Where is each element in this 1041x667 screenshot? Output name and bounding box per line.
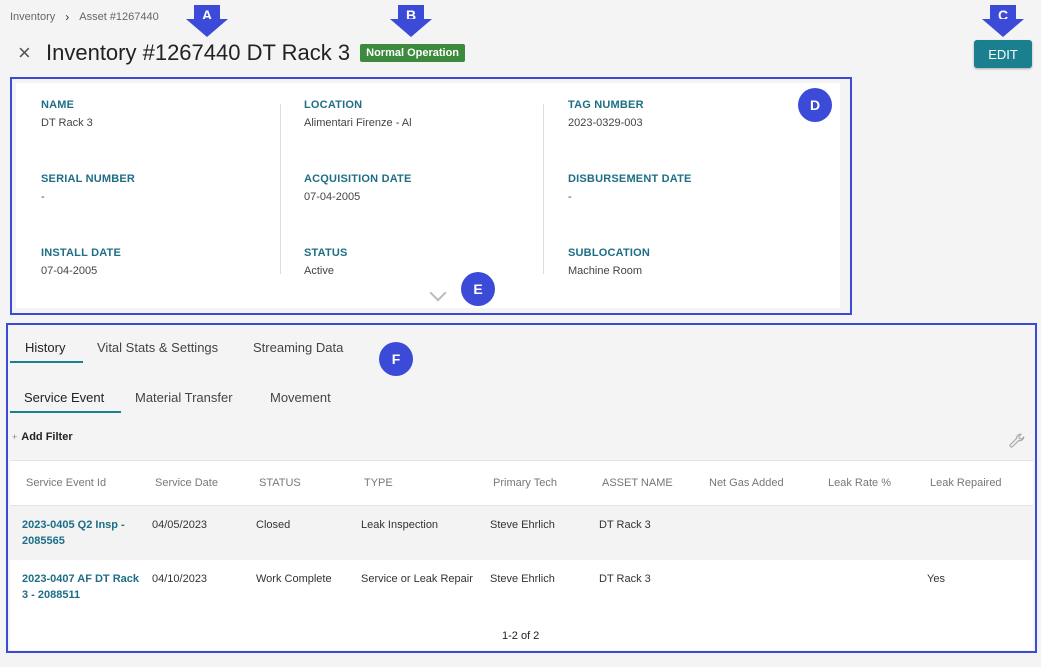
column-header-primary-tech[interactable]: Primary Tech [493, 477, 557, 489]
column-header-net-gas-added[interactable]: Net Gas Added [709, 477, 784, 489]
chevron-right-icon: › [65, 10, 70, 24]
subtab-service-underline [10, 411, 121, 413]
cell-status: Closed [256, 519, 291, 531]
field-disbursement-date: DISBURSEMENT DATE - [568, 173, 692, 203]
cell-service-date: 04/05/2023 [152, 519, 208, 531]
plus-icon: + [12, 432, 18, 442]
column-header-status[interactable]: STATUS [259, 477, 301, 489]
field-install-date: INSTALL DATE 07-04-2005 [41, 247, 122, 277]
tab-streaming-data[interactable]: Streaming Data [253, 340, 343, 355]
status-badge: Normal Operation [360, 44, 466, 62]
annotation-d: D [798, 88, 832, 122]
column-header-service-event-id[interactable]: Service Event Id [26, 477, 106, 489]
field-sublocation: SUBLOCATION Machine Room [568, 247, 651, 277]
service-event-link[interactable]: 2023-0405 Q2 Insp - 2085565 [22, 517, 144, 549]
annotation-e: E [461, 272, 495, 306]
edit-button[interactable]: EDIT [974, 40, 1032, 68]
title-row: × Inventory #1267440 DT Rack 3 Normal Op… [18, 40, 466, 66]
cell-service-date: 04/10/2023 [152, 573, 208, 585]
annotation-b: B [390, 5, 432, 39]
annotation-box-d [10, 77, 852, 315]
arrow-down-icon [982, 19, 1024, 37]
cell-type: Leak Inspection [361, 519, 439, 531]
arrow-down-icon [186, 19, 228, 37]
annotation-f: F [379, 342, 413, 376]
add-filter-button[interactable]: + Add Filter [12, 431, 73, 443]
field-serial-number: SERIAL NUMBER - [41, 173, 136, 203]
field-tag-number: TAG NUMBER 2023-0329-003 [568, 99, 644, 129]
breadcrumb-current: Asset #1267440 [79, 11, 159, 23]
breadcrumb: Inventory › Asset #1267440 [10, 10, 159, 24]
service-event-link[interactable]: 2023-0407 AF DT Rack 3 - 2088511 [22, 571, 144, 603]
annotation-a: A [186, 5, 228, 39]
table-row[interactable] [10, 506, 1033, 560]
breadcrumb-inventory[interactable]: Inventory [10, 11, 55, 23]
cell-primary-tech: Steve Ehrlich [490, 519, 555, 531]
cell-asset-name: DT Rack 3 [599, 573, 651, 585]
table-row[interactable] [10, 560, 1033, 614]
column-header-asset-name[interactable]: ASSET NAME [602, 477, 673, 489]
column-header-service-date[interactable]: Service Date [155, 477, 218, 489]
cell-status: Work Complete [256, 573, 332, 585]
column-header-leak-repaired[interactable]: Leak Repaired [930, 477, 1002, 489]
field-name: NAME DT Rack 3 [41, 99, 93, 129]
field-location: LOCATION Alimentari Firenze - Al [304, 99, 412, 129]
annotation-c: C [982, 5, 1024, 39]
subtab-movement[interactable]: Movement [270, 390, 331, 405]
column-header-type[interactable]: TYPE [364, 477, 393, 489]
tab-history[interactable]: History [25, 340, 65, 355]
page-title: Inventory #1267440 DT Rack 3 [46, 40, 351, 65]
subtab-material-transfer[interactable]: Material Transfer [135, 390, 233, 405]
cell-primary-tech: Steve Ehrlich [490, 573, 555, 585]
cell-leak-repaired: Yes [927, 573, 945, 585]
close-icon[interactable]: × [18, 42, 38, 64]
tab-vital-stats[interactable]: Vital Stats & Settings [97, 340, 218, 355]
field-acquisition-date: ACQUISITION DATE 07-04-2005 [304, 173, 412, 203]
column-divider [280, 104, 281, 274]
cell-asset-name: DT Rack 3 [599, 519, 651, 531]
subtab-service-event[interactable]: Service Event [24, 390, 104, 405]
pagination-label: 1-2 of 2 [502, 630, 540, 642]
tab-history-underline [10, 361, 83, 363]
column-header-leak-rate[interactable]: Leak Rate % [828, 477, 891, 489]
field-status: STATUS Active [304, 247, 348, 277]
column-divider [543, 104, 544, 274]
cell-type: Service or Leak Repair [361, 573, 473, 585]
arrow-down-icon [390, 19, 432, 37]
wrench-icon[interactable] [1008, 432, 1026, 450]
